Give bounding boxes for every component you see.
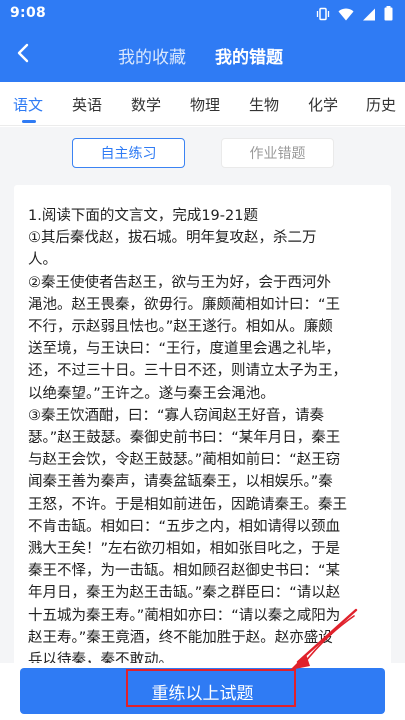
subject-tabs: 语文 英语 数学 物理 生物 化学 历史 xyxy=(0,82,405,126)
tab-favorites[interactable]: 我的收藏 xyxy=(118,43,186,68)
retry-questions-button[interactable]: 重练以上试题 xyxy=(20,668,385,714)
question-line: 秦王不怿，为一击缻。相如顾召赵御史书曰：“某 xyxy=(28,563,341,580)
cell-signal-icon xyxy=(362,6,376,25)
question-line: 十五城为秦王寿。”蔺相如亦曰：“请以秦之咸阳为 xyxy=(28,607,341,624)
question-line: 不肯击缻。相如曰：“五步之内，相如请得以颈血 xyxy=(28,518,341,535)
tab-subject-math[interactable]: 数学 xyxy=(131,94,161,115)
tab-subject-english[interactable]: 英语 xyxy=(72,94,102,115)
tab-subject-biology[interactable]: 生物 xyxy=(249,94,279,115)
battery-icon xyxy=(384,6,393,25)
tab-subject-chemistry[interactable]: 化学 xyxy=(308,94,338,115)
active-tab-indicator xyxy=(22,120,36,123)
status-icons xyxy=(316,6,393,25)
tab-subject-chinese[interactable]: 语文 xyxy=(13,94,43,115)
tab-subject-physics[interactable]: 物理 xyxy=(190,94,220,115)
status-time: 9:08 xyxy=(10,5,47,21)
back-button[interactable] xyxy=(12,38,38,68)
question-line: 闻秦王善为秦声，请奏盆缻秦王，以相娱乐。”秦 xyxy=(28,474,333,491)
question-line: 瑟。”赵王鼓瑟。秦御史前书曰：“某年月日，秦王 xyxy=(28,430,341,447)
question-line: 王怒，不许。于是相如前进缶，因跪请秦王。秦王 xyxy=(28,496,347,513)
self-practice-button[interactable]: 自主练习 xyxy=(72,138,185,168)
question-text: 1.阅读下面的文言文，完成19-21题 ①其后秦伐赵，拔石城。明年复攻赵，杀二万… xyxy=(28,205,383,671)
content-area: 1.阅读下面的文言文，完成19-21题 ①其后秦伐赵，拔石城。明年复攻赵，杀二万… xyxy=(0,177,405,720)
question-line: 渑池。赵王畏秦，欲毋行。廉颇蔺相如计曰：“王 xyxy=(28,296,341,313)
question-line: 溅大王矣！”左右欲刃相如，相如张目叱之，于是 xyxy=(28,541,341,558)
question-line: 不行，示赵弱且怯也。”赵王遂行。相如从。廉颇 xyxy=(28,319,333,336)
question-line: 以绝秦望。”王许之。遂与秦王会渑池。 xyxy=(28,385,275,402)
chevron-left-icon xyxy=(17,43,29,63)
mode-selector: 自主练习 作业错题 xyxy=(0,127,405,177)
question-line: 人。 xyxy=(28,252,57,269)
question-line: 赵王寿。”秦王竟酒，终不能加胜于赵。赵亦盛设 xyxy=(28,629,333,646)
tab-mistakes[interactable]: 我的错题 xyxy=(215,43,283,68)
question-line: 与赵王会饮，令赵王鼓瑟。”蔺相如前曰：“赵王窃 xyxy=(28,452,341,469)
status-bar: 9:08 xyxy=(0,0,405,28)
homework-mistakes-button[interactable]: 作业错题 xyxy=(221,138,334,168)
bottom-bar: 重练以上试题 xyxy=(0,663,405,720)
question-line: 送至境，与王诀曰：“王行，度道里会遇之礼毕， xyxy=(28,341,341,358)
wifi-icon xyxy=(338,6,354,25)
question-line: 1.阅读下面的文言文，完成19-21题 xyxy=(28,208,258,224)
question-line: ②秦王使使者告赵王，欲与王为好，会于西河外 xyxy=(28,274,331,291)
tab-subject-history[interactable]: 历史 xyxy=(366,94,396,115)
question-line: 还，不过三十日。三十日不还，则请立太子为王， xyxy=(28,363,347,380)
question-line: 年月日，秦王为赵王击缻。”秦之群臣曰：“请以赵 xyxy=(28,585,341,602)
question-line: ①其后秦伐赵，拔石城。明年复攻赵，杀二万 xyxy=(28,230,317,247)
question-card[interactable]: 1.阅读下面的文言文，完成19-21题 ①其后秦伐赵，拔石城。明年复攻赵，杀二万… xyxy=(14,185,391,705)
vibrate-icon xyxy=(316,6,330,25)
question-line: ③秦王饮酒酣，曰：“寡人窃闻赵王好音，请奏 xyxy=(28,407,325,424)
top-header: 9:08 我的收藏 我的错题 xyxy=(0,0,405,82)
